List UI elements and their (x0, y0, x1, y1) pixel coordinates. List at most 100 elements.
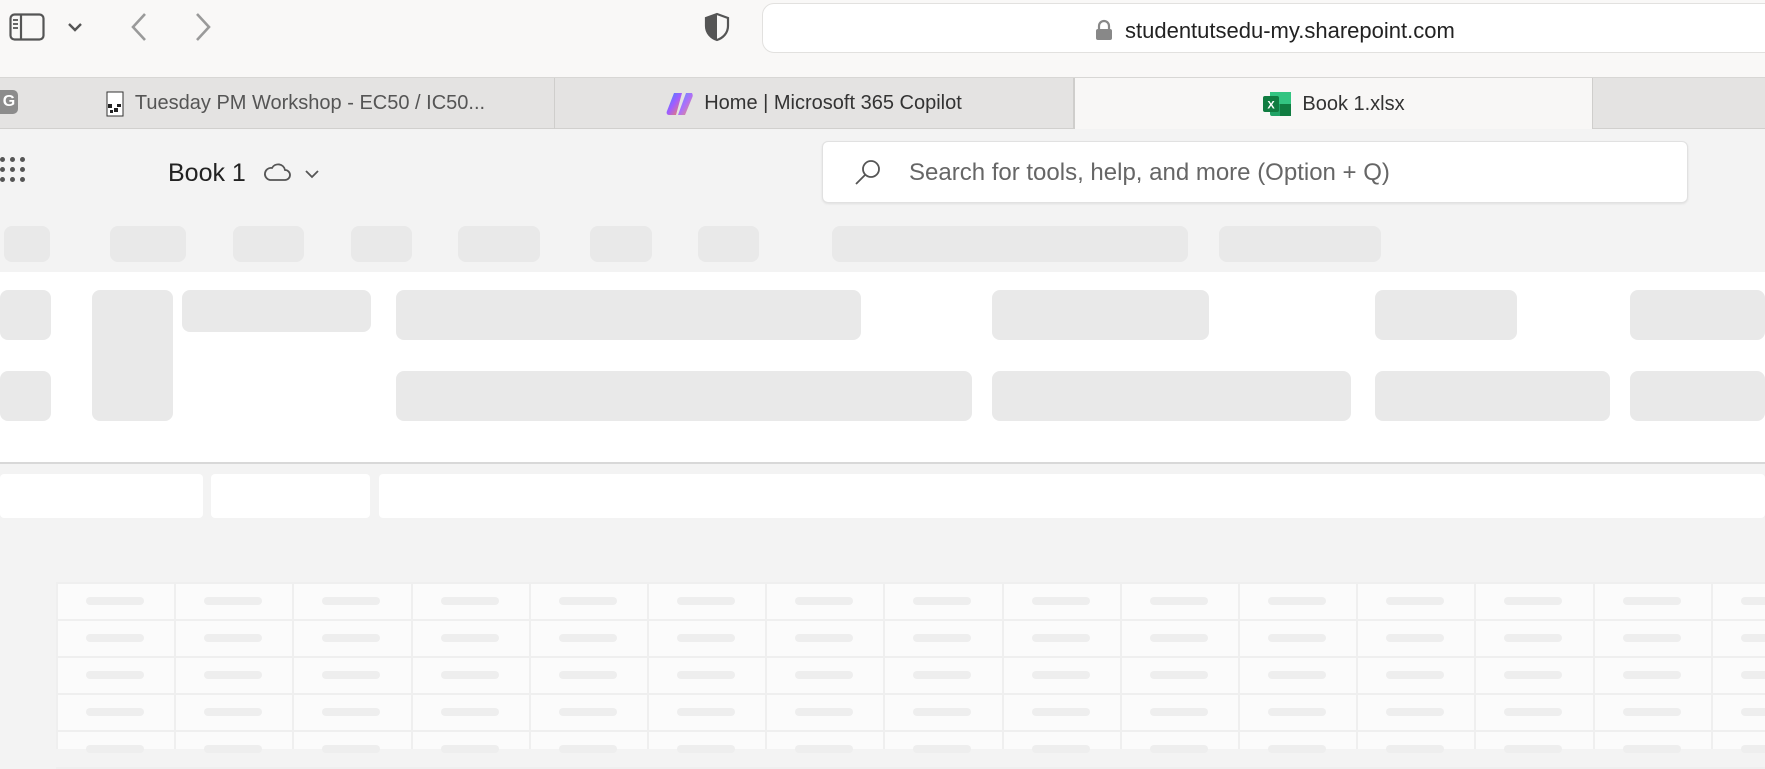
cell-skeleton (677, 634, 735, 642)
cell-skeleton (1622, 671, 1681, 679)
ribbon-tab-skeleton (698, 226, 759, 262)
cloud-icon[interactable] (262, 162, 292, 187)
ribbon-control-skeleton (1375, 371, 1610, 421)
cell-skeleton (322, 745, 381, 753)
chevron-down-icon[interactable] (64, 14, 86, 40)
cell-skeleton (1031, 708, 1090, 716)
app-launcher-icon[interactable] (0, 157, 30, 187)
cell-skeleton (86, 671, 144, 679)
cell-skeleton (86, 634, 144, 642)
cell-skeleton (204, 745, 263, 753)
cell-skeleton (913, 745, 972, 753)
search-placeholder: Search for tools, help, and more (Option… (909, 159, 1390, 186)
cell-skeleton (1268, 597, 1326, 605)
ribbon-tab-skeleton (832, 226, 1188, 262)
cell-skeleton (1386, 708, 1445, 716)
formula-bar-placeholder (0, 464, 1765, 524)
search-icon (853, 158, 883, 193)
name-box-skeleton (0, 474, 203, 518)
cell-skeleton (558, 634, 617, 642)
forward-arrow-icon[interactable] (188, 10, 218, 44)
lock-icon (1095, 19, 1113, 46)
tab-label: Home | Microsoft 365 Copilot (704, 92, 962, 114)
ribbon-tab-skeleton (351, 226, 412, 262)
cell-skeleton (558, 597, 617, 605)
cell-skeleton (1268, 671, 1326, 679)
cell-skeleton (1149, 708, 1208, 716)
cell-skeleton (1622, 708, 1681, 716)
cell-skeleton (1149, 634, 1208, 642)
favicon-icon (106, 91, 124, 116)
ribbon-tab-skeleton (590, 226, 652, 262)
cell-skeleton (204, 671, 263, 679)
ribbon-control-skeleton (0, 371, 51, 421)
cell-skeleton (1740, 671, 1765, 679)
cell-skeleton (204, 634, 263, 642)
ribbon-tab-skeleton (458, 226, 540, 262)
sidebar-toggle-icon[interactable] (8, 12, 46, 42)
grid-row-line (56, 693, 1765, 695)
cell-skeleton (1386, 745, 1445, 753)
chevron-down-icon[interactable] (304, 167, 320, 185)
tab-strip: G Tuesday PM Workshop - EC50 / IC50... H… (0, 77, 1765, 130)
ribbon-control-skeleton (396, 371, 972, 421)
ribbon-control-skeleton (992, 290, 1209, 340)
cell-skeleton (322, 634, 381, 642)
cell-skeleton (1740, 634, 1765, 642)
cell-skeleton (1268, 745, 1326, 753)
cell-skeleton (1031, 671, 1090, 679)
document-title[interactable]: Book 1 (168, 159, 246, 188)
cell-skeleton (1268, 708, 1326, 716)
cell-skeleton (204, 597, 263, 605)
formula-controls-skeleton (211, 474, 370, 518)
cell-skeleton (558, 671, 617, 679)
grid-column-line (765, 582, 768, 749)
cell-skeleton (1268, 634, 1326, 642)
cell-skeleton (440, 597, 499, 605)
cell-skeleton (1386, 634, 1445, 642)
ribbon-control-skeleton (992, 371, 1351, 421)
ribbon-control-skeleton (1630, 371, 1765, 421)
excel-icon: X (1263, 92, 1292, 116)
worksheet-grid-placeholder (56, 582, 1765, 769)
cell-skeleton (86, 745, 144, 753)
cell-skeleton (795, 671, 854, 679)
grid-row-line (56, 582, 1765, 584)
tab-label: Tuesday PM Workshop - EC50 / IC50... (134, 92, 486, 114)
cell-skeleton (1740, 745, 1765, 753)
cell-skeleton (1386, 597, 1445, 605)
cell-skeleton (677, 745, 735, 753)
url-text: studentutsedu-my.sharepoint.com (1125, 18, 1455, 43)
cell-skeleton (440, 708, 499, 716)
formula-input-skeleton (379, 474, 1765, 518)
pinned-tab[interactable]: G (0, 90, 18, 114)
cell-skeleton (1031, 745, 1090, 753)
address-bar[interactable]: studentutsedu-my.sharepoint.com (762, 3, 1765, 53)
cell-skeleton (1740, 708, 1765, 716)
cell-skeleton (795, 597, 854, 605)
grid-column-line (1238, 582, 1240, 749)
grid-column-line (1474, 582, 1477, 749)
cell-skeleton (1504, 597, 1563, 605)
ribbon-control-skeleton (396, 290, 861, 340)
grid-column-line (410, 582, 413, 749)
cell-skeleton (1149, 597, 1208, 605)
ribbon-control-skeleton (0, 290, 51, 340)
back-arrow-icon[interactable] (124, 10, 154, 44)
tab-copilot[interactable]: Home | Microsoft 365 Copilot (555, 78, 1074, 129)
cell-skeleton (1504, 745, 1563, 753)
cell-skeleton (795, 634, 854, 642)
cell-skeleton (1031, 634, 1090, 642)
grid-column-line (56, 582, 58, 749)
cell-skeleton (795, 708, 854, 716)
cell-skeleton (204, 708, 263, 716)
tab-workshop[interactable]: Tuesday PM Workshop - EC50 / IC50... (36, 78, 555, 129)
search-input[interactable]: Search for tools, help, and more (Option… (822, 141, 1688, 203)
cell-skeleton (322, 671, 381, 679)
shield-icon[interactable] (702, 10, 732, 44)
cell-skeleton (913, 634, 972, 642)
tab-excel[interactable]: X Book 1.xlsx (1074, 78, 1593, 130)
ribbon-tab-skeleton (110, 226, 186, 262)
cell-skeleton (558, 745, 617, 753)
cell-skeleton (1622, 745, 1681, 753)
